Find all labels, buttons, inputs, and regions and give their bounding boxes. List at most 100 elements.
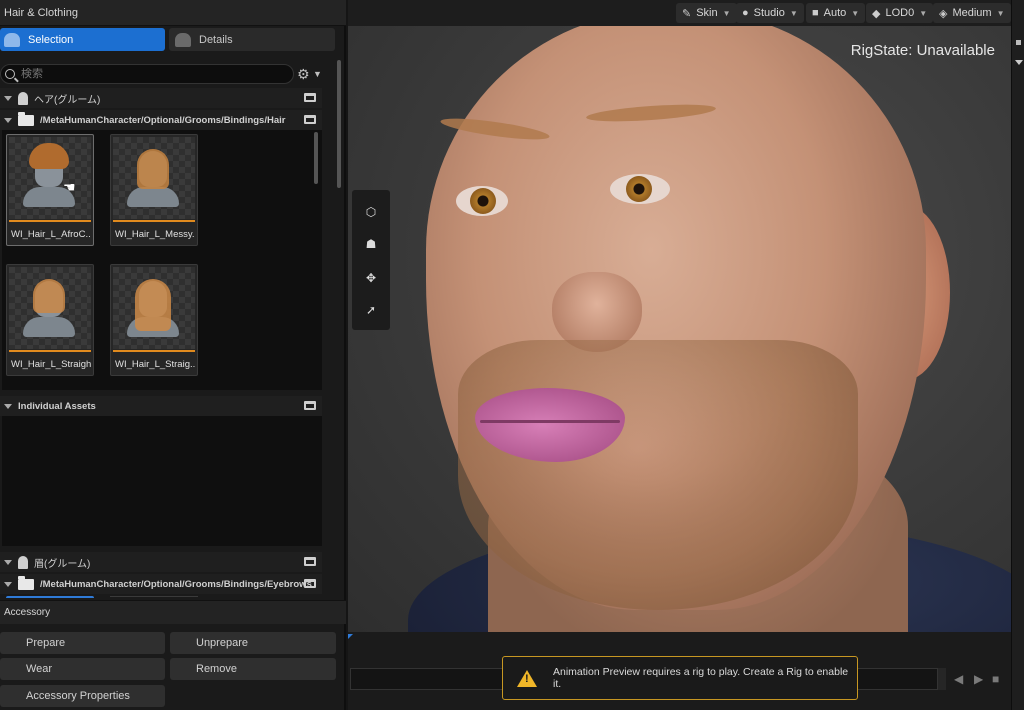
- remove-button[interactable]: Remove: [170, 658, 336, 680]
- panel-title: Hair & Clothing: [0, 0, 346, 26]
- light-bulb-icon: ●: [742, 7, 749, 19]
- cube-icon: ◆: [872, 7, 881, 20]
- studio-label: Studio: [753, 7, 785, 19]
- hair-clothing-panel: Hair & Clothing Selection Details ⚙ ▼ ヘア…: [0, 0, 346, 710]
- expand-triangle-icon[interactable]: [4, 581, 12, 587]
- strip-marker-icon: [1016, 40, 1021, 45]
- search-input[interactable]: [21, 68, 281, 80]
- character-beard: [458, 340, 858, 610]
- auto-dropdown[interactable]: ■ Auto ▼: [806, 3, 866, 23]
- stop-icon[interactable]: ■: [992, 672, 999, 686]
- chevron-down-icon: ▼: [789, 8, 798, 18]
- accessory-properties-button[interactable]: Accessory Properties: [0, 685, 165, 707]
- grid-scrollbar-thumb[interactable]: [314, 132, 318, 184]
- thumbnail-image: [113, 267, 195, 349]
- thumbnail-status-bar: [113, 220, 195, 222]
- chevron-down-icon: ▼: [919, 8, 928, 18]
- section-eyebrows-folder[interactable]: /MetaHumanCharacter/Optional/Grooms/Bind…: [0, 574, 322, 594]
- studio-dropdown[interactable]: ● Studio ▼: [736, 3, 804, 23]
- section-hair-folder-label: /MetaHumanCharacter/Optional/Grooms/Bind…: [40, 114, 286, 126]
- tab-details-label: Details: [199, 33, 233, 46]
- warning-message: Animation Preview requires a rig to play…: [553, 666, 849, 690]
- rigstate-status: RigState: Unavailable: [850, 42, 995, 59]
- chevron-down-icon: ▼: [996, 8, 1005, 18]
- thumbnail-label: WI_Hair_L_Straight: [11, 359, 91, 370]
- expand-triangle-icon[interactable]: [4, 403, 12, 409]
- graduation-cap-icon[interactable]: [304, 557, 316, 566]
- thumbnail-label: WI_Hair_L_AfroC...: [11, 229, 91, 240]
- section-eyebrows-groom[interactable]: 眉(グルーム): [0, 552, 322, 572]
- hair-asset-grid: WI_Hair_L_AfroC... ☚ WI_Hair_L_Messy... …: [2, 130, 322, 390]
- right-eye: [610, 174, 670, 204]
- animation-timeline: ◀ ▶ ■ Animation Preview requires a rig t…: [348, 632, 1011, 710]
- camera-icon: ■: [812, 7, 819, 19]
- graduation-cap-icon[interactable]: [304, 115, 316, 124]
- graduation-cap-icon[interactable]: [304, 401, 316, 410]
- section-hair-folder[interactable]: /MetaHumanCharacter/Optional/Grooms/Bind…: [0, 110, 322, 130]
- graduation-cap-icon[interactable]: [304, 579, 316, 588]
- groom-user-icon: [18, 91, 28, 105]
- viewport-tool-strip: ⬡ ☗ ✥ ➚: [352, 190, 390, 330]
- expand-triangle-icon[interactable]: [4, 95, 12, 101]
- hair-thumbnail-afro[interactable]: WI_Hair_L_AfroC... ☚: [6, 134, 94, 246]
- folder-icon: [18, 111, 34, 126]
- select-cursor-icon[interactable]: ➚: [363, 302, 379, 318]
- thumbnail-status-bar: [113, 350, 195, 352]
- gear-icon[interactable]: ⚙: [297, 66, 310, 83]
- hair-thumbnail-messy[interactable]: WI_Hair_L_Messy...: [110, 134, 198, 246]
- thumbnail-label: WI_Hair_L_Messy...: [115, 229, 195, 240]
- brush-icon: ✎: [682, 7, 692, 20]
- right-eyebrow: [585, 101, 717, 125]
- skin-label: Skin: [696, 7, 718, 19]
- hair-thumbnail-straight[interactable]: WI_Hair_L_Straight: [6, 264, 94, 376]
- unprepare-button[interactable]: Unprepare: [170, 632, 336, 654]
- timeline-corner-marker: [348, 634, 353, 639]
- expand-triangle-icon[interactable]: [4, 559, 12, 565]
- prepare-button[interactable]: Prepare: [0, 632, 165, 654]
- lod-dropdown[interactable]: ◆ LOD0 ▼: [866, 3, 934, 23]
- thumbnail-image: [9, 137, 91, 219]
- tab-details[interactable]: Details: [169, 28, 335, 51]
- auto-label: Auto: [823, 7, 847, 19]
- expand-triangle-icon[interactable]: [4, 117, 12, 123]
- timeline-scrollbar[interactable]: [938, 668, 946, 690]
- move-icon[interactable]: ✥: [363, 270, 379, 286]
- details-hair-icon: [175, 32, 191, 47]
- lod-label: LOD0: [885, 7, 915, 19]
- search-icon: [5, 69, 15, 79]
- play-icon[interactable]: ▶: [974, 672, 983, 686]
- section-hair-groom[interactable]: ヘア(グルーム): [0, 88, 322, 108]
- chevron-down-icon: ▼: [722, 8, 731, 18]
- quality-dropdown[interactable]: ◈ Medium ▼: [933, 3, 1011, 23]
- selection-icon: [4, 32, 20, 47]
- thumbnail-image: [113, 137, 195, 219]
- hair-thumbnail-straight-long[interactable]: WI_Hair_L_Straig...: [110, 264, 198, 376]
- gem-icon: ◈: [939, 7, 948, 20]
- thumbnail-image: [9, 267, 91, 349]
- folder-icon: [18, 575, 34, 590]
- warning-icon: [517, 669, 537, 687]
- left-eye: [456, 186, 508, 216]
- panel-scrollbar-thumb[interactable]: [337, 60, 341, 188]
- section-individual-assets[interactable]: Individual Assets: [0, 396, 322, 416]
- groom-user-icon: [18, 555, 28, 569]
- graduation-cap-icon[interactable]: [304, 93, 316, 102]
- section-hair-groom-label: ヘア(グルーム): [34, 94, 101, 106]
- search-box[interactable]: [0, 64, 294, 84]
- right-side-strip: [1011, 0, 1024, 710]
- hand-cursor-icon: ☚: [63, 179, 76, 195]
- chevron-down-icon[interactable]: ▼: [313, 69, 322, 79]
- animation-warning-banner: Animation Preview requires a rig to play…: [502, 656, 858, 700]
- skin-dropdown[interactable]: ✎ Skin ▼: [676, 3, 737, 23]
- chevron-down-icon: ▼: [851, 8, 860, 18]
- skull-icon[interactable]: ☗: [363, 236, 379, 252]
- wear-button[interactable]: Wear: [0, 658, 165, 680]
- play-reverse-icon[interactable]: ◀: [954, 672, 963, 686]
- tab-selection[interactable]: Selection: [0, 28, 165, 51]
- section-individual-assets-label: Individual Assets: [18, 400, 96, 412]
- tab-selection-label: Selection: [28, 33, 74, 46]
- character-viewport[interactable]: ✎ Skin ▼ ● Studio ▼ ■ Auto ▼ ◆ LOD0 ▼ ◈ …: [348, 0, 1011, 632]
- cube-icon[interactable]: ⬡: [363, 204, 379, 220]
- viewport-toolbar: ✎ Skin ▼ ● Studio ▼ ■ Auto ▼ ◆ LOD0 ▼ ◈ …: [348, 0, 1011, 26]
- chevron-down-icon[interactable]: [1015, 60, 1023, 65]
